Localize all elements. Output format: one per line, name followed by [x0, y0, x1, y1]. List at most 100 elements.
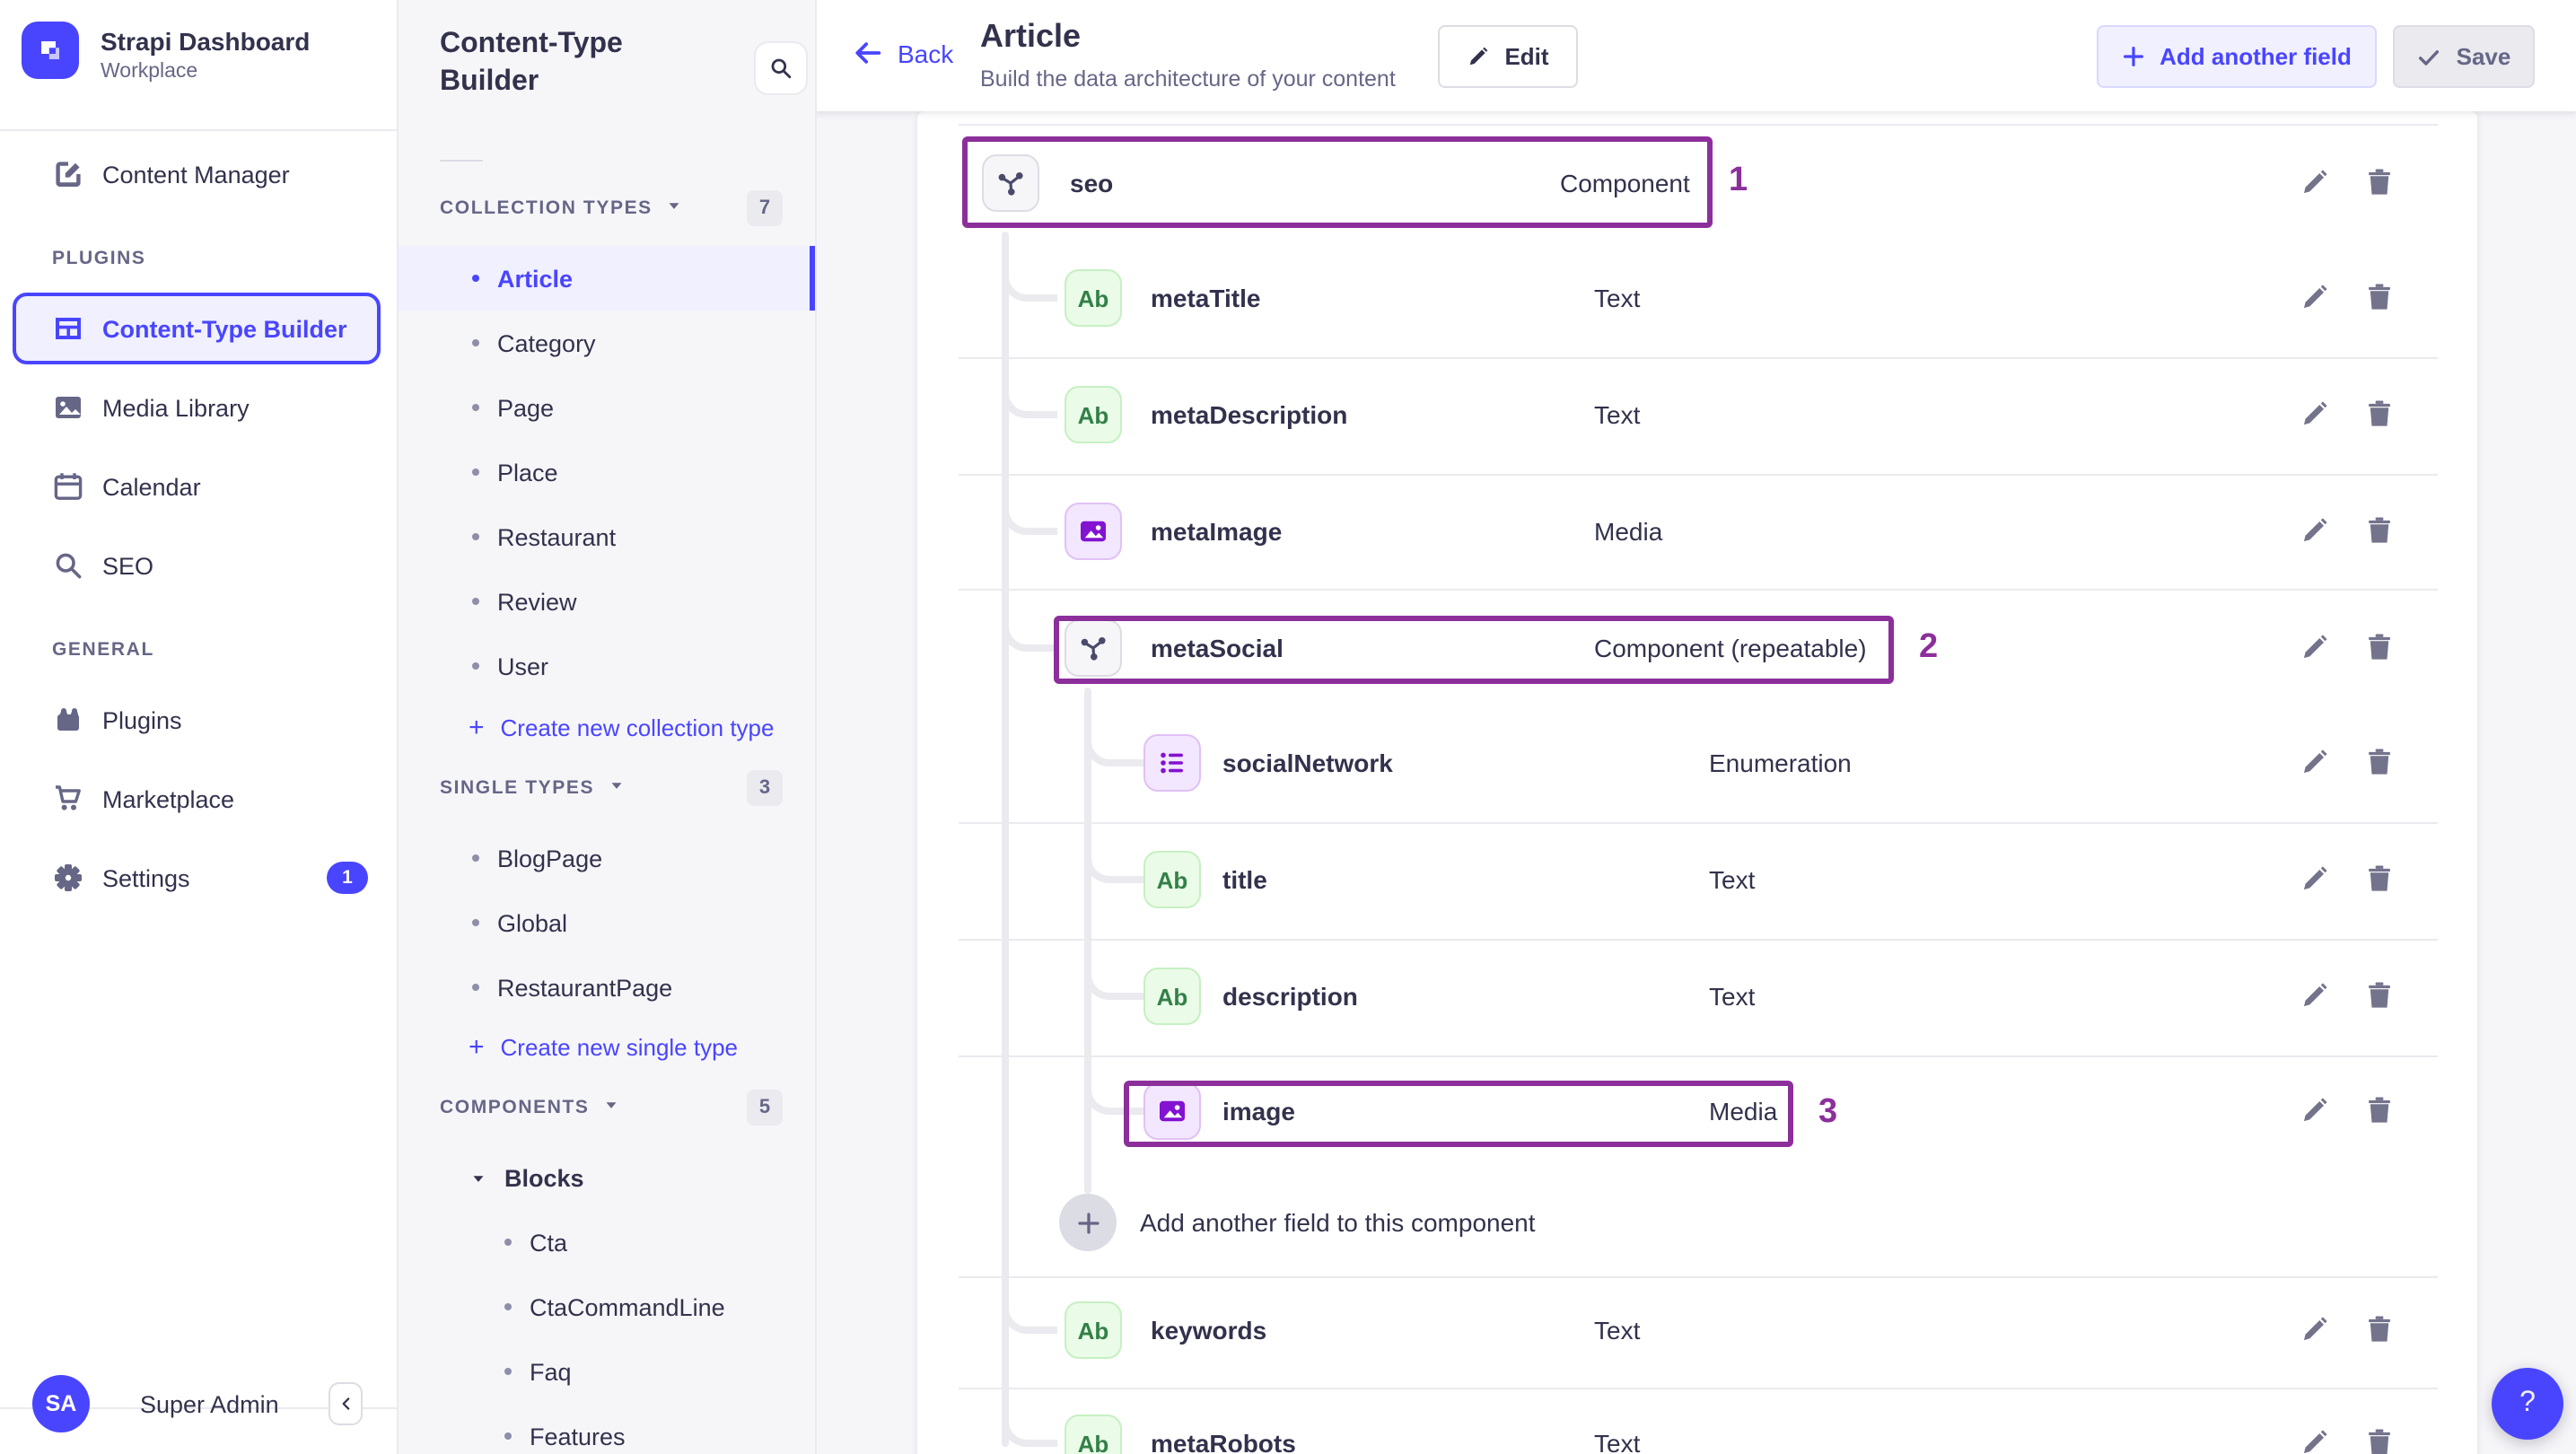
delete-field-button[interactable]	[2364, 1314, 2395, 1345]
search-button[interactable]	[754, 41, 808, 95]
component-item-ctacommandline[interactable]: CtaCommandLine	[397, 1274, 815, 1339]
delete-field-button[interactable]	[2364, 980, 2395, 1011]
row-actions	[2300, 1095, 2395, 1126]
delete-field-button[interactable]	[2364, 863, 2395, 894]
component-group-blocks[interactable]: Blocks	[397, 1149, 815, 1206]
component-item-faq[interactable]: Faq	[397, 1339, 815, 1404]
bullet-icon	[472, 469, 479, 476]
edit-field-button[interactable]	[2300, 515, 2330, 546]
edit-field-button[interactable]	[2300, 1095, 2330, 1126]
field-row-metaTitle: Ab metaTitle Text	[917, 241, 2477, 355]
add-field-to-component-button[interactable]: Add another field to this component	[1059, 1194, 1536, 1251]
field-row-metaDescription: Ab metaDescription Text	[917, 357, 2477, 472]
gear-icon	[55, 864, 82, 891]
delete-field-button[interactable]	[2364, 632, 2395, 662]
help-button[interactable]: ?	[2492, 1368, 2563, 1440]
bullet-icon	[472, 598, 479, 605]
field-type-media-icon	[1065, 503, 1122, 560]
type-item-page[interactable]: Page	[397, 375, 815, 440]
plus-icon	[2122, 45, 2145, 68]
fields-card: seo Component 1 Ab metaTitle Text Ab metaDescri…	[917, 111, 2477, 1454]
row-actions	[2300, 747, 2395, 777]
sidebar-item-marketplace[interactable]: Marketplace	[0, 766, 397, 831]
field-type-label: Text	[1594, 284, 1641, 312]
component-item-cta[interactable]: Cta	[397, 1210, 815, 1274]
edit-field-button[interactable]	[2300, 1427, 2330, 1454]
type-item-category[interactable]: Category	[397, 311, 815, 375]
section-header-single-types[interactable]: SINGLE TYPES	[440, 766, 626, 810]
component-item-label: Cta	[530, 1229, 568, 1256]
type-item-global[interactable]: Global	[397, 890, 815, 955]
delete-field-button[interactable]	[2364, 747, 2395, 777]
field-row-keywords: Ab keywords Text	[917, 1273, 2477, 1388]
edit-field-button[interactable]	[2300, 399, 2330, 429]
sidebar-item-media-library[interactable]: Media Library	[0, 375, 397, 440]
type-item-restaurant[interactable]: Restaurant	[397, 504, 815, 569]
edit-field-button[interactable]	[2300, 167, 2330, 197]
sidebar-item-calendar[interactable]: Calendar	[0, 454, 397, 519]
field-type-label: Text	[1709, 865, 1756, 894]
field-type-label: Component (repeatable)	[1594, 634, 1867, 662]
active-indicator	[810, 246, 815, 311]
type-item-review[interactable]: Review	[397, 569, 815, 634]
sidebar-item-content-manager[interactable]: Content Manager	[0, 142, 397, 206]
caret-down-icon	[611, 783, 622, 789]
pencil-icon	[2303, 1430, 2327, 1454]
edit-field-button[interactable]	[2300, 1314, 2330, 1345]
sidebar-item-label: Plugins	[102, 706, 182, 733]
delete-field-button[interactable]	[2364, 399, 2395, 429]
field-type-label: Media	[1594, 517, 1663, 546]
media-icon	[1081, 521, 1106, 542]
type-item-blogpage[interactable]: BlogPage	[397, 826, 815, 890]
type-item-place[interactable]: Place	[397, 440, 815, 504]
sidebar-item-plugins[interactable]: Plugins	[0, 688, 397, 752]
trash-icon	[2369, 1097, 2390, 1123]
collapse-sidebar-button[interactable]	[329, 1382, 363, 1425]
edit-field-button[interactable]	[2300, 632, 2330, 662]
type-item-article[interactable]: Article	[397, 246, 815, 311]
component-icon	[1081, 637, 1106, 661]
create-link[interactable]: + Create new collection type	[397, 700, 815, 754]
section-header-components[interactable]: COMPONENTS	[440, 1086, 622, 1129]
type-item-restaurantpage[interactable]: RestaurantPage	[397, 955, 815, 1020]
delete-field-button[interactable]	[2364, 1095, 2395, 1126]
cart-icon	[56, 785, 81, 810]
save-button[interactable]: Save	[2393, 25, 2535, 88]
type-item-user[interactable]: User	[397, 634, 815, 698]
row-actions	[2300, 399, 2395, 429]
edit-field-button[interactable]	[2300, 747, 2330, 777]
edit-button[interactable]: Edit	[1438, 25, 1578, 88]
arrow-left-icon	[855, 42, 881, 64]
delete-field-button[interactable]	[2364, 167, 2395, 197]
back-link[interactable]: Back	[853, 38, 953, 68]
delete-field-button[interactable]	[2364, 515, 2395, 546]
component-item-features[interactable]: Features	[397, 1404, 815, 1454]
image-icon	[56, 397, 81, 418]
annotation-number: 2	[1919, 628, 1939, 666]
delete-field-button[interactable]	[2364, 282, 2395, 312]
pencil-icon	[2303, 749, 2327, 774]
sidebar-item-settings[interactable]: Settings 1	[0, 845, 397, 910]
sidebar-item-content-type-builder[interactable]: Content-Type Builder	[13, 293, 381, 364]
plus-circle-icon	[1059, 1194, 1117, 1251]
row-actions	[2300, 1314, 2395, 1345]
edit-field-button[interactable]	[2300, 980, 2330, 1011]
component-item-label: Faq	[530, 1358, 572, 1385]
caret-down-icon	[607, 772, 626, 804]
annotation-number: 1	[1729, 161, 1748, 198]
calendar-icon	[52, 470, 84, 503]
add-another-field-button[interactable]: Add another field	[2097, 25, 2377, 88]
edit-field-button[interactable]	[2300, 282, 2330, 312]
create-link[interactable]: + Create new single type	[397, 1020, 815, 1073]
sidebar-item-label: Calendar	[102, 473, 201, 500]
delete-field-button[interactable]	[2364, 1427, 2395, 1454]
pencil-icon	[2303, 866, 2327, 890]
section-header-collection-types[interactable]: COLLECTION TYPES	[440, 187, 685, 230]
sidebar-item-label: Marketplace	[102, 785, 235, 812]
field-type-text-icon: Ab	[1065, 269, 1122, 327]
edit-field-button[interactable]	[2300, 863, 2330, 894]
cart-icon	[52, 783, 84, 815]
sidebar-item-seo[interactable]: SEO	[0, 533, 397, 598]
plus-icon	[1077, 1212, 1099, 1233]
field-row-socialNetwork: socialNetwork Enumeration	[917, 705, 2477, 820]
